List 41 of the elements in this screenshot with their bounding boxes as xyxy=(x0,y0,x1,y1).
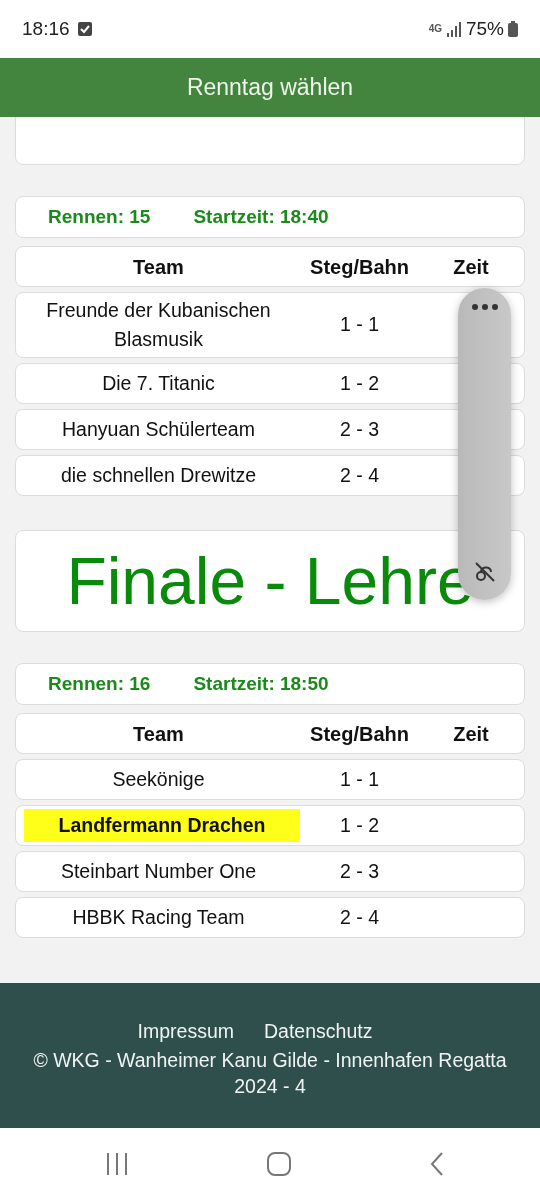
start-time: Startzeit: 18:40 xyxy=(193,204,329,229)
battery-level: 75% xyxy=(465,16,504,41)
column-header: Zeit xyxy=(452,254,490,280)
column-header: Steg/Bahn xyxy=(309,721,410,747)
column-header: Steg/Bahn xyxy=(309,254,410,280)
more-icon[interactable] xyxy=(471,304,498,310)
lane-number: 2 - 4 xyxy=(339,462,380,488)
team-name: die schnellen Drewitze xyxy=(60,463,257,486)
recent-apps-icon[interactable] xyxy=(105,1152,129,1176)
column-header: Zeit xyxy=(452,721,490,747)
race-number: Rennen: 15 xyxy=(48,204,151,229)
column-header: Team xyxy=(132,254,185,280)
copyright-text: © WKG - Wanheimer Kanu Gilde - Innenhafen Regatta 2024 - 4 xyxy=(32,1048,508,1099)
status-time: 18:16 xyxy=(22,16,70,41)
page-title: Renntag wählen xyxy=(186,73,354,103)
lane-number: 1 - 2 xyxy=(339,812,380,838)
lane-number: 1 - 1 xyxy=(339,766,380,792)
battery-icon xyxy=(508,21,518,37)
start-time: Startzeit: 18:50 xyxy=(193,671,329,696)
team-name: Steinbart Number One xyxy=(60,859,257,882)
lane-number: 1 - 1 xyxy=(339,312,380,338)
team-name: Freunde der Kubanischen Blasmusik xyxy=(46,298,271,350)
team-name: Hanyuan Schülerteam xyxy=(62,417,255,440)
team-name: Die 7. Titanic xyxy=(102,371,215,394)
team-name: Landfermann Drachen xyxy=(24,808,300,843)
lane-number: 2 - 3 xyxy=(339,416,380,442)
crossed-out-icon[interactable] xyxy=(472,560,497,584)
lane-number: 2 - 3 xyxy=(339,858,380,884)
signal-icon xyxy=(445,21,462,37)
footer-link[interactable]: Datenschutz xyxy=(264,1020,373,1042)
checkbox-icon xyxy=(77,22,92,36)
back-icon[interactable] xyxy=(429,1152,445,1176)
footer-link[interactable]: Impressum xyxy=(137,1020,234,1042)
home-icon[interactable] xyxy=(267,1152,291,1176)
lane-number: 2 - 4 xyxy=(339,904,380,930)
team-name: HBBK Racing Team xyxy=(72,905,245,928)
lane-number: 1 - 2 xyxy=(339,370,380,396)
race-number: Rennen: 16 xyxy=(48,671,151,696)
team-name: Seekönige xyxy=(112,767,205,790)
column-header: Team xyxy=(132,721,185,747)
network-type: 4G xyxy=(428,24,442,34)
